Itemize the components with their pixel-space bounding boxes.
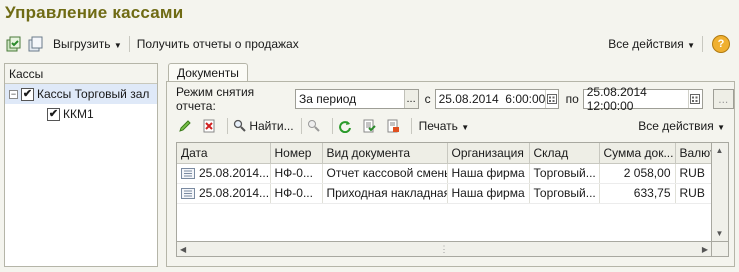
chevron-down-icon: ▼	[113, 41, 122, 50]
column-header-amount[interactable]: Сумма док...	[599, 143, 676, 164]
main-toolbar: Выгрузить ▼ Получить отчеты о продажах В…	[5, 33, 734, 55]
chevron-down-icon: ▼	[687, 41, 695, 50]
documents-panel: Режим снятия отчета: За период ... с 25.…	[166, 81, 735, 267]
scroll-left-icon[interactable]: ◀	[180, 245, 186, 254]
delete-icon[interactable]	[200, 117, 218, 135]
select-button[interactable]: ...	[403, 90, 418, 108]
tree-item-register[interactable]: ✔ ККМ1	[5, 104, 157, 124]
chevron-down-icon: ▼	[717, 123, 725, 132]
all-actions-label: Все действия	[608, 37, 684, 51]
date-to-value: 25.08.2014 12:00:00	[586, 85, 647, 113]
cell-organization: Наша фирма	[447, 183, 530, 204]
column-header-date[interactable]: Дата	[177, 143, 271, 164]
toolbar-divider	[702, 36, 703, 52]
toolbar-divider	[300, 118, 302, 134]
chevron-down-icon: ▼	[461, 123, 470, 132]
scroll-up-icon[interactable]: ▲	[712, 143, 727, 158]
to-label: по	[565, 92, 579, 106]
toolbar-divider	[128, 36, 130, 52]
all-actions-label: Все действия	[638, 119, 714, 133]
page-title: Управление кассами	[5, 3, 184, 22]
print-label: Печать	[418, 119, 458, 133]
scroll-right-icon[interactable]: ▶	[702, 245, 708, 254]
toolbar-divider	[410, 118, 412, 134]
copy-icon[interactable]	[27, 35, 45, 53]
cell-warehouse: Торговый...	[529, 183, 600, 204]
cell-date: 25.08.2014...	[177, 183, 271, 204]
cell-number: НФ-0...	[270, 163, 323, 184]
unpost-document-icon[interactable]	[384, 117, 402, 135]
cash-registers-panel: Кассы − ✔ Кассы Торговый зал ✔ ККМ1	[4, 63, 158, 267]
cell-currency: RUB	[675, 183, 711, 204]
column-header-number[interactable]: Номер	[270, 143, 323, 164]
documents-toolbar: Найти... Печать ▼ Все действия ▼	[176, 116, 729, 136]
scroll-down-icon[interactable]: ▼	[712, 226, 727, 241]
mode-label: Режим снятия отчета:	[176, 85, 255, 113]
edit-icon[interactable]	[176, 117, 194, 135]
print-menu-button[interactable]: Печать ▼	[415, 119, 474, 133]
column-header-currency[interactable]: Валюта	[675, 143, 711, 164]
doc-all-actions-menu[interactable]: Все действия ▼	[634, 119, 729, 133]
cell-doc-type: Отчет кассовой смены	[322, 163, 448, 184]
date-from-field[interactable]: 25.08.2014 6:00:00	[434, 89, 559, 109]
documents-table: Дата Номер Вид документа Организация Скл…	[176, 142, 712, 242]
all-actions-menu[interactable]: Все действия ▼	[604, 37, 699, 51]
cell-warehouse: Торговый...	[529, 163, 600, 184]
table-row[interactable]: 25.08.2014... НФ-0... Отчет кассовой сме…	[177, 163, 711, 184]
search-cancel-icon[interactable]	[305, 117, 323, 135]
refresh-green-icon[interactable]	[5, 35, 23, 53]
document-icon	[181, 168, 195, 179]
mode-value: За период	[298, 92, 357, 106]
tree-item-label: ККМ1	[63, 107, 94, 121]
date-to-field[interactable]: 25.08.2014 12:00:00	[582, 85, 703, 113]
table-row[interactable]: 25.08.2014... НФ-0... Приходная накладна…	[177, 183, 711, 204]
export-label: Выгрузить	[53, 37, 111, 51]
vertical-scrollbar[interactable]: ▲ ▼	[712, 142, 729, 242]
get-sales-reports-button[interactable]: Получить отчеты о продажах	[133, 37, 303, 51]
column-header-organization[interactable]: Организация	[447, 143, 530, 164]
search-icon	[233, 119, 246, 132]
cell-amount: 2 058,00	[599, 163, 676, 184]
tab-documents[interactable]: Документы	[168, 63, 248, 82]
cell-currency: RUB	[675, 163, 711, 184]
column-header-doc-type[interactable]: Вид документа	[322, 143, 448, 164]
find-button[interactable]: Найти...	[231, 119, 298, 133]
cell-number: НФ-0...	[270, 183, 323, 204]
cell-doc-type: Приходная накладная	[322, 183, 448, 204]
toolbar-divider	[331, 118, 333, 134]
scroll-grip-icon[interactable]: ⋮	[440, 244, 449, 255]
date-value: 25.08.2014...	[199, 166, 270, 180]
find-label: Найти...	[249, 119, 294, 133]
tree-item-group[interactable]: − ✔ Кассы Торговый зал	[5, 84, 157, 104]
column-header-warehouse[interactable]: Склад	[529, 143, 600, 164]
table-header-row: Дата Номер Вид документа Организация Скл…	[177, 143, 711, 164]
export-menu-button[interactable]: Выгрузить ▼	[49, 37, 126, 51]
refresh-icon[interactable]	[336, 117, 354, 135]
scrollbar-corner	[712, 242, 729, 257]
collapse-icon[interactable]: −	[9, 89, 18, 99]
calendar-icon[interactable]	[545, 90, 557, 108]
help-button[interactable]: ?	[712, 35, 730, 53]
cell-amount: 633,75	[599, 183, 676, 204]
cell-organization: Наша фирма	[447, 163, 530, 184]
cell-date: 25.08.2014...	[177, 163, 271, 184]
checkbox[interactable]: ✔	[21, 87, 34, 101]
period-button[interactable]: ...	[712, 89, 734, 109]
document-icon	[181, 188, 195, 199]
toolbar-divider	[227, 118, 228, 134]
post-document-icon[interactable]	[360, 117, 378, 135]
calendar-icon[interactable]	[688, 90, 701, 108]
date-value: 25.08.2014...	[199, 186, 270, 200]
panel-header: Кассы	[5, 64, 157, 84]
from-label: с	[424, 92, 431, 106]
horizontal-scrollbar[interactable]: ◀ ⋮ ▶	[176, 242, 712, 257]
mode-select[interactable]: За период ...	[294, 89, 419, 109]
tree-item-label: Кассы Торговый зал	[37, 87, 150, 101]
checkbox[interactable]: ✔	[47, 107, 60, 121]
filter-row: Режим снятия отчета: За период ... с 25.…	[176, 85, 734, 113]
date-from-value: 25.08.2014 6:00:00	[438, 92, 546, 106]
